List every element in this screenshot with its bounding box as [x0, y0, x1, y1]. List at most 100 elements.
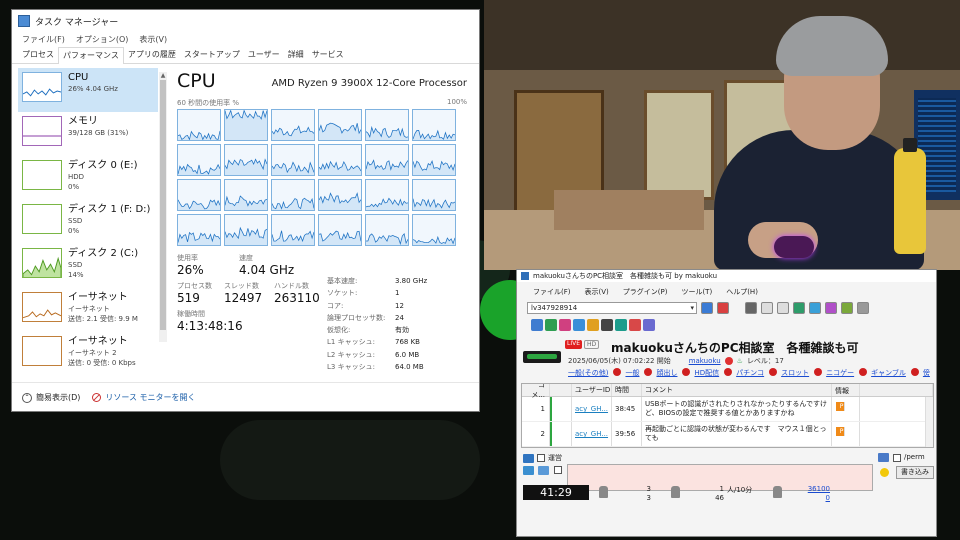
service-icon[interactable] [531, 319, 543, 331]
service-icon[interactable] [615, 319, 627, 331]
comment-viewer-titlebar[interactable]: makuokuさんちのPC相談室 各種雑談も可 by makuoku [517, 270, 936, 282]
list-icon[interactable] [523, 466, 534, 475]
disk0-mini-graph [22, 160, 62, 190]
menu-options[interactable]: オプション(O) [76, 34, 129, 45]
resource-item-memory[interactable]: メモリ 39/128 GB (31%) [18, 112, 158, 156]
connect-icon[interactable] [717, 302, 729, 314]
processes-label: プロセス数 [177, 282, 212, 290]
tag-link[interactable]: スロット [781, 368, 809, 378]
col-info[interactable]: 情報 [832, 384, 860, 396]
tag-link[interactable]: パチンコ [736, 368, 764, 378]
gift-link[interactable]: 0 [800, 494, 830, 502]
perm-checkbox[interactable] [893, 454, 901, 462]
tab-processes[interactable]: プロセス [18, 47, 58, 63]
tag-link[interactable]: ニコゲー [826, 368, 854, 378]
menu-help[interactable]: ヘルプ(H) [726, 287, 758, 297]
service-icon[interactable] [587, 319, 599, 331]
point-link[interactable]: 36100 [800, 485, 830, 493]
resource-sub: SSD [68, 261, 83, 269]
resource-list-scrollbar[interactable]: ▲ [159, 72, 167, 342]
add-icon[interactable] [701, 302, 713, 314]
task-manager-icon [18, 15, 30, 27]
col-time[interactable]: 時間 [612, 384, 642, 396]
info-row: 論理プロセッサ数: 24 [327, 313, 404, 322]
info-row: 仮想化: 有効 [327, 326, 409, 335]
ng-icon[interactable] [523, 454, 534, 463]
tag-link[interactable]: 傍 [923, 368, 930, 378]
live-id-combo[interactable]: lv347928914 [527, 302, 697, 314]
cpu-core-graph [271, 214, 315, 246]
tool-icon[interactable] [761, 302, 773, 314]
tab-performance[interactable]: パフォーマンス [58, 47, 124, 64]
menu-plugin[interactable]: プラグイン(P) [623, 287, 668, 297]
menu-file[interactable]: ファイル(F) [533, 287, 571, 297]
tab-app-history[interactable]: アプリの履歴 [124, 47, 180, 63]
tag-link[interactable]: HD配信 [694, 368, 719, 378]
service-icon[interactable] [601, 319, 613, 331]
tag-lock-icon [814, 368, 823, 376]
cam-person-body [714, 130, 924, 270]
tool-icon[interactable] [841, 302, 853, 314]
post-button[interactable]: 書き込み [896, 466, 934, 479]
open-resource-monitor-link[interactable]: リソース モニターを開く [92, 392, 196, 403]
cam-shoji-1 [644, 90, 714, 200]
list-icon[interactable] [538, 466, 549, 475]
menu-view[interactable]: 表示(V) [139, 34, 167, 45]
resource-item-disk1[interactable]: ディスク 1 (F: D:) SSD 0% [18, 200, 158, 244]
col-check[interactable] [550, 384, 572, 396]
tab-details[interactable]: 詳細 [284, 47, 308, 63]
cpu-core-graph [412, 179, 456, 211]
tool-icon[interactable] [793, 302, 805, 314]
service-icon[interactable] [643, 319, 655, 331]
broadcast-meta: 2025/06/05(木) 07:02:22 開始 makuoku ♨ レベル：… [568, 356, 784, 366]
tab-users[interactable]: ユーザー [244, 47, 284, 63]
refresh-icon[interactable] [745, 302, 757, 314]
menu-file[interactable]: ファイル(F) [22, 34, 65, 45]
resource-item-disk0[interactable]: ディスク 0 (E:) HDD 0% [18, 156, 158, 200]
tab-services[interactable]: サービス [308, 47, 348, 63]
scroll-up-icon[interactable]: ▲ [159, 72, 167, 80]
tag-link[interactable]: 顔出し [656, 368, 677, 378]
col-number[interactable]: コメ... [522, 384, 550, 399]
service-icon[interactable] [545, 319, 557, 331]
col-comment[interactable]: コメント [642, 384, 832, 396]
task-manager-titlebar[interactable]: タスク マネージャー [12, 10, 479, 32]
tag-link[interactable]: ギャンブル [871, 368, 906, 378]
tool-icon[interactable] [809, 302, 821, 314]
regular-checkbox[interactable] [537, 454, 545, 462]
comment-table-scrollbar[interactable] [925, 397, 933, 447]
background-glow [220, 420, 480, 500]
pen-icon[interactable] [878, 453, 889, 462]
resource-sub: 0% [68, 227, 80, 235]
settings-icon[interactable] [857, 302, 869, 314]
tool-icon[interactable] [777, 302, 789, 314]
core-usage-area [225, 196, 267, 210]
resource-sub: 26% 4.04 GHz [68, 85, 118, 93]
service-icon[interactable] [559, 319, 571, 331]
tab-startup[interactable]: スタートアップ [180, 47, 244, 63]
fewer-details-button[interactable]: ⌃ 簡易表示(D) [22, 392, 80, 403]
service-icon[interactable] [573, 319, 585, 331]
col-user-id[interactable]: ユーザーID [572, 384, 612, 396]
tool-icon[interactable] [825, 302, 837, 314]
resource-item-cpu[interactable]: CPU 26% 4.04 GHz [18, 68, 158, 112]
viewer-total: 46 [715, 494, 724, 502]
option-checkbox[interactable] [554, 466, 562, 474]
comment-user-link[interactable]: acy_GH... [572, 422, 612, 446]
tag-link[interactable]: 一般 [625, 368, 639, 378]
resource-item-disk2[interactable]: ディスク 2 (C:) SSD 14% [18, 244, 158, 288]
service-icon[interactable] [629, 319, 641, 331]
comment-user-link[interactable]: acy_GH... [572, 397, 612, 421]
table-row[interactable]: 1 acy_GH... 38:45 USBポートの認識がされたりされなかったりす… [522, 397, 933, 422]
menu-view[interactable]: 表示(V) [585, 287, 609, 297]
table-row[interactable]: 2 acy_GH... 39:56 再起動ごとに認識の状態が変わるんです マウス… [522, 422, 933, 447]
resource-item-ethernet1[interactable]: イーサネット イーサネット 送信: 2.1 受信: 9.9 M [18, 288, 158, 332]
count-a: 3 [646, 485, 651, 493]
tag-link[interactable]: 一般(その他) [568, 368, 608, 378]
menu-tools[interactable]: ツール(T) [681, 287, 712, 297]
owner-link[interactable]: makuoku [689, 357, 721, 365]
scrollbar-thumb[interactable] [160, 80, 166, 330]
smiley-icon[interactable] [880, 468, 889, 477]
resource-sub: HDD [68, 173, 85, 181]
resource-item-ethernet2[interactable]: イーサネット イーサネット 2 送信: 0 受信: 0 Kbps [18, 332, 158, 376]
